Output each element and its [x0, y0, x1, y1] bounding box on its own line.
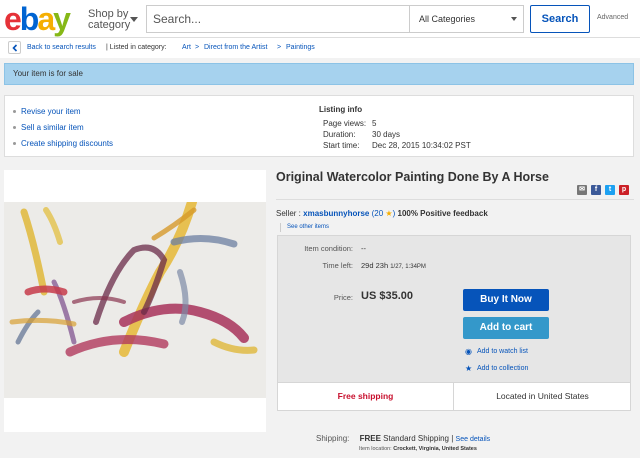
start-time-label: Start time:: [323, 141, 360, 150]
buy-it-now-button[interactable]: Buy It Now: [463, 289, 549, 311]
seller-name-link[interactable]: xmasbunnyhorse: [303, 209, 369, 218]
back-to-search-link[interactable]: Back to search results: [27, 44, 96, 51]
start-time-value: Dec 28, 2015 10:34:02 PST: [372, 141, 471, 150]
back-chevron-icon[interactable]: [8, 41, 21, 54]
see-other-items-link[interactable]: See other items: [287, 224, 329, 230]
seller-info: Seller : xmasbunnyhorse (20 ★) 100% Posi…: [276, 209, 488, 218]
star-icon: ★: [465, 364, 473, 373]
divider: [280, 223, 281, 232]
time-left-value: 29d 23h 1/27, 1:34PM: [361, 261, 426, 270]
location-label: Located in United States: [496, 391, 589, 401]
purchase-panel: Item condition: -- Time left: 29d 23h 1/…: [277, 235, 631, 383]
breadcrumb: Back to search results | Listed in categ…: [0, 38, 640, 58]
breadcrumb-art[interactable]: Art: [182, 44, 191, 51]
email-icon[interactable]: ✉: [577, 185, 587, 195]
shipping-summary: Free shipping Located in United States: [277, 383, 631, 411]
price-value: US $35.00: [361, 290, 413, 302]
pinterest-icon[interactable]: p: [619, 185, 629, 195]
ebay-logo[interactable]: ebay: [4, 2, 71, 36]
caret-down-icon: [511, 17, 517, 21]
breadcrumb-direct-from-artist[interactable]: Direct from the Artist: [204, 44, 267, 51]
seller-tools-panel: Revise your item Sell a similar item Cre…: [4, 95, 634, 157]
listing-info-title: Listing info: [319, 105, 363, 114]
positive-feedback: 100% Positive feedback: [397, 209, 488, 218]
bullet-icon: [13, 142, 16, 145]
item-condition-label: Item condition:: [304, 244, 353, 253]
caret-down-icon: [130, 17, 138, 22]
page-views-label: Page views:: [323, 119, 367, 128]
breadcrumb-separator: >: [277, 44, 282, 51]
listed-in-label: | Listed in category:: [106, 44, 167, 51]
feedback-score-link[interactable]: (20 ★): [372, 209, 396, 218]
search-bar: All Categories: [146, 5, 524, 33]
add-to-cart-button[interactable]: Add to cart: [463, 317, 549, 339]
shop-by-category-button[interactable]: Shop by category: [88, 9, 140, 31]
duration-label: Duration:: [323, 130, 356, 139]
item-for-sale-banner: Your item is for sale: [4, 63, 634, 85]
page-views-value: 5: [372, 119, 377, 128]
bullet-icon: [13, 126, 16, 129]
add-to-collection-link[interactable]: Add to collection: [477, 365, 528, 372]
eye-icon: ◉: [465, 347, 472, 356]
twitter-icon[interactable]: t: [605, 185, 615, 195]
shipping-discounts-link[interactable]: Create shipping discounts: [13, 139, 113, 148]
facebook-icon[interactable]: f: [591, 185, 601, 195]
breadcrumb-separator: >: [195, 44, 200, 51]
divider: [276, 199, 634, 200]
see-details-link[interactable]: See details: [456, 436, 491, 443]
item-title: Original Watercolor Painting Done By A H…: [276, 170, 549, 184]
price-label: Price:: [333, 293, 353, 302]
duration-value: 30 days: [372, 130, 401, 139]
category-select[interactable]: All Categories: [409, 6, 523, 32]
revise-item-link[interactable]: Revise your item: [13, 107, 81, 116]
product-image[interactable]: [4, 170, 266, 432]
watercolor-painting-image: [4, 202, 266, 398]
shipping-details: Shipping: FREE Standard Shipping | See d…: [316, 434, 491, 443]
site-header: ebay Shop by category All Categories Sea…: [0, 0, 640, 38]
search-button[interactable]: Search: [530, 5, 590, 33]
free-shipping-label: Free shipping: [278, 383, 454, 410]
search-input[interactable]: [147, 6, 409, 32]
advanced-search-link[interactable]: Advanced: [597, 14, 628, 21]
breadcrumb-paintings[interactable]: Paintings: [286, 44, 315, 51]
time-left-label: Time left:: [322, 261, 353, 270]
item-location: Item location: Crockett, Virginia, Unite…: [359, 446, 477, 452]
item-condition-value: --: [361, 244, 366, 253]
bullet-icon: [13, 110, 16, 113]
sell-similar-link[interactable]: Sell a similar item: [13, 123, 84, 132]
add-to-watch-list-link[interactable]: Add to watch list: [477, 348, 528, 355]
star-icon: ★: [385, 209, 393, 218]
